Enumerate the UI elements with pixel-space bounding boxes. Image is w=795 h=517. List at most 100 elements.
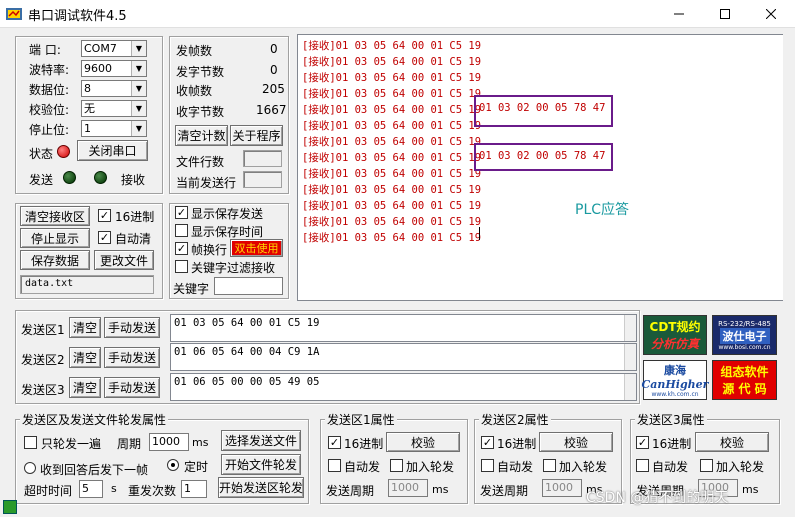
send-area-1-scrollbar[interactable] [624,315,636,341]
send-area-1-manual-send-button[interactable]: 手动发送 [104,317,160,338]
chevron-down-icon: ▼ [131,81,146,96]
send-area-2-manual-send-button[interactable]: 手动发送 [104,347,160,368]
send-area-3-props-legend: 发送区3属性 [635,411,707,428]
stop-bits-select[interactable]: 1 ▼ [81,120,147,137]
send-area-1-props-legend: 发送区1属性 [325,411,397,428]
stop-bits-label: 停止位: [29,123,70,137]
config-software-logo[interactable]: 组态软件 源 代 码 [712,360,777,400]
parity-select[interactable]: 无 ▼ [81,100,147,117]
stop-display-button[interactable]: 停止显示 [20,228,90,248]
keyword-input[interactable] [214,277,283,295]
timeout-input[interactable]: 5 [79,480,103,498]
area-3-auto-send-checkbox[interactable] [636,459,649,472]
send-led-icon [63,171,76,184]
config-software-logo-line2: 源 代 码 [722,382,767,396]
period-label: 周期 [117,437,142,451]
period-input[interactable]: 1000 [149,433,189,451]
state-led-icon [57,145,70,158]
parity-value: 无 [84,102,95,115]
area-2-add-cycle-checkbox[interactable] [543,459,556,472]
area-3-hex-label: 16进制 [652,437,692,451]
area-1-period-input[interactable]: 1000 [388,479,428,497]
area-1-auto-send-checkbox[interactable] [328,459,341,472]
maximize-button[interactable] [702,0,748,28]
send-area-2-input[interactable]: 01 06 05 64 00 04 C9 1A [170,343,637,371]
show-save-time-checkbox[interactable] [175,224,188,237]
send-area-3-input[interactable]: 01 06 05 00 00 05 49 05 [170,373,637,401]
send-area-1-input[interactable]: 01 03 05 64 00 01 C5 19 [170,314,637,342]
cdt-logo[interactable]: CDT规约 分析仿真 [643,315,707,355]
area-2-hex-checkbox[interactable]: ✓ [481,436,494,449]
save-data-button[interactable]: 保存数据 [20,250,90,270]
bosi-logo[interactable]: RS-232/RS-485 波仕电子 www.bosi.com.cn [712,315,777,355]
parity-label: 校验位: [29,103,70,117]
area-1-period-unit: ms [432,483,449,496]
area-3-hex-checkbox[interactable]: ✓ [636,436,649,449]
cdt-logo-line2: 分析仿真 [650,337,699,351]
area-2-checksum-button[interactable]: 校验 [539,432,613,452]
frame-wrap-checkbox[interactable]: ✓ [175,242,188,255]
baud-label: 波特率: [29,63,70,77]
area-2-auto-send-label: 自动发 [497,460,534,474]
file-lines-field [243,150,282,167]
port-value: COM7 [84,42,117,55]
receive-line: [接收]01 03 05 64 00 01 C5 19 [302,168,482,180]
area-2-auto-send-checkbox[interactable] [481,459,494,472]
frames-received-label: 收帧数 [176,84,213,98]
hex-receive-checkbox[interactable]: ✓ [98,209,111,222]
keyword-filter-checkbox[interactable] [175,260,188,273]
port-select[interactable]: COM7 ▼ [81,40,147,57]
start-area-cycle-button[interactable]: 开始发送区轮发 [218,477,304,498]
receive-line: [接收]01 03 05 64 00 01 C5 19 [302,232,482,244]
status-corner-icon [3,500,17,514]
main-window: 串口调试软件4.5 端 口: COM7 ▼ 波特率: 9600 ▼ 数据位: 8 ▼ … [0,0,795,517]
area-1-add-cycle-checkbox[interactable] [390,459,403,472]
area-1-checksum-button[interactable]: 校验 [386,432,460,452]
close-port-button[interactable]: 关闭串口 [77,140,148,161]
change-file-button[interactable]: 更改文件 [94,250,154,270]
clear-receive-button[interactable]: 清空接收区 [20,206,90,226]
area-3-checksum-button[interactable]: 校验 [695,432,769,452]
auto-clear-checkbox[interactable]: ✓ [98,231,111,244]
send-area-2-label: 发送区2 [21,353,65,367]
config-software-logo-line1: 组态软件 [720,365,769,379]
send-area-3-scrollbar[interactable] [624,374,636,400]
chevron-down-icon: ▼ [131,61,146,76]
timed-label: 定时 [184,460,209,474]
area-2-hex-label: 16进制 [497,437,537,451]
frames-sent-value: 0 [270,42,278,56]
after-reply-radio[interactable] [24,462,36,474]
area-2-period-label: 发送周期 [480,484,529,498]
start-file-cycle-button[interactable]: 开始文件轮发 [221,454,301,475]
send-area-2-clear-button[interactable]: 清空 [69,347,101,368]
resend-input[interactable]: 1 [181,480,207,498]
send-area-2-scrollbar[interactable] [624,344,636,370]
hex-receive-label: 16进制 [115,210,155,224]
baud-select[interactable]: 9600 ▼ [81,60,147,77]
text-cursor [479,227,480,240]
double-click-use-button[interactable]: 双击使用 [230,239,283,257]
receive-scrollbar[interactable] [771,35,783,300]
area-1-hex-checkbox[interactable]: ✓ [328,436,341,449]
send-area-3-label: 发送区3 [21,383,65,397]
about-button[interactable]: 关于程序 [230,125,283,146]
frame-wrap-label: 帧换行 [191,243,228,257]
clear-count-button[interactable]: 清空计数 [175,125,228,146]
area-1-add-cycle-label: 加入轮发 [406,460,455,474]
timed-radio[interactable] [167,459,179,471]
receive-line: [接收]01 03 05 64 00 01 C5 19 [302,104,482,116]
receive-textarea[interactable]: [接收]01 03 05 64 00 01 C5 19 [接收]01 03 05 … [297,34,783,301]
area-3-add-cycle-checkbox[interactable] [700,459,713,472]
send-area-3-clear-button[interactable]: 清空 [69,377,101,398]
show-save-send-checkbox[interactable]: ✓ [175,206,188,219]
bytes-sent-value: 0 [270,63,278,77]
select-send-file-button[interactable]: 选择发送文件 [221,430,301,451]
close-window-button[interactable] [748,0,794,28]
area-2-period-input[interactable]: 1000 [542,479,582,497]
send-area-1-clear-button[interactable]: 清空 [69,317,101,338]
only-once-checkbox[interactable] [24,436,37,449]
minimize-button[interactable] [656,0,702,28]
send-area-3-manual-send-button[interactable]: 手动发送 [104,377,160,398]
kanghai-logo[interactable]: 康海 CanHigher www.kh.com.cn [642,360,708,400]
data-bits-select[interactable]: 8 ▼ [81,80,147,97]
